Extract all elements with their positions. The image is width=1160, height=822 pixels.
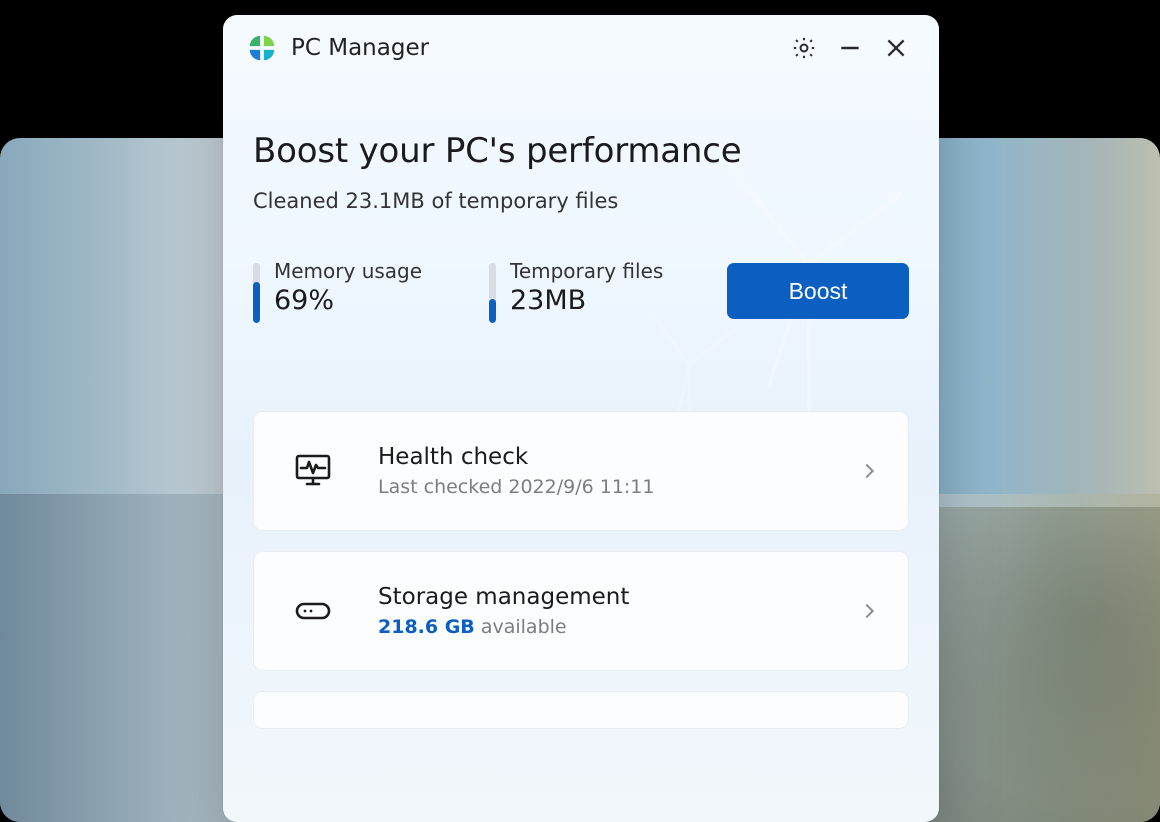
memory-value: 69% [274,285,422,316]
health-check-title: Health check [378,444,858,470]
hero-subtitle: Cleaned 23.1MB of temporary files [253,189,909,213]
temp-files-stat: Temporary files 23MB [489,259,689,323]
memory-usage-stat: Memory usage 69% [253,259,453,323]
temp-gauge [489,263,496,323]
app-title: PC Manager [291,35,429,61]
health-monitor-icon [292,450,334,492]
storage-management-card[interactable]: Storage management 218.6 GB available [253,551,909,671]
storage-title: Storage management [378,584,858,610]
chevron-right-icon [858,600,880,622]
storage-drive-icon [292,590,334,632]
memory-label: Memory usage [274,259,422,283]
minimize-button[interactable] [827,25,873,71]
minimize-icon [837,35,863,61]
hero-title: Boost your PC's performance [253,131,909,171]
settings-button[interactable] [781,25,827,71]
chevron-right-icon [858,460,880,482]
boost-button[interactable]: Boost [727,263,909,319]
close-button[interactable] [873,25,919,71]
storage-available-value: 218.6 GB [378,616,475,638]
storage-subtitle: 218.6 GB available [378,616,858,638]
temp-label: Temporary files [510,259,663,283]
close-icon [883,35,909,61]
health-check-card[interactable]: Health check Last checked 2022/9/6 11:11 [253,411,909,531]
titlebar: PC Manager [223,15,939,81]
memory-gauge [253,263,260,323]
gear-icon [791,35,817,61]
health-check-subtitle: Last checked 2022/9/6 11:11 [378,476,858,498]
stats-row: Memory usage 69% Temporary files 23MB Bo… [253,259,909,323]
temp-value: 23MB [510,285,663,316]
pc-manager-window: PC Manager Boost yo [223,15,939,822]
storage-available-suffix: available [475,616,567,638]
app-logo-icon [247,33,277,63]
next-card-peek[interactable] [253,691,909,729]
